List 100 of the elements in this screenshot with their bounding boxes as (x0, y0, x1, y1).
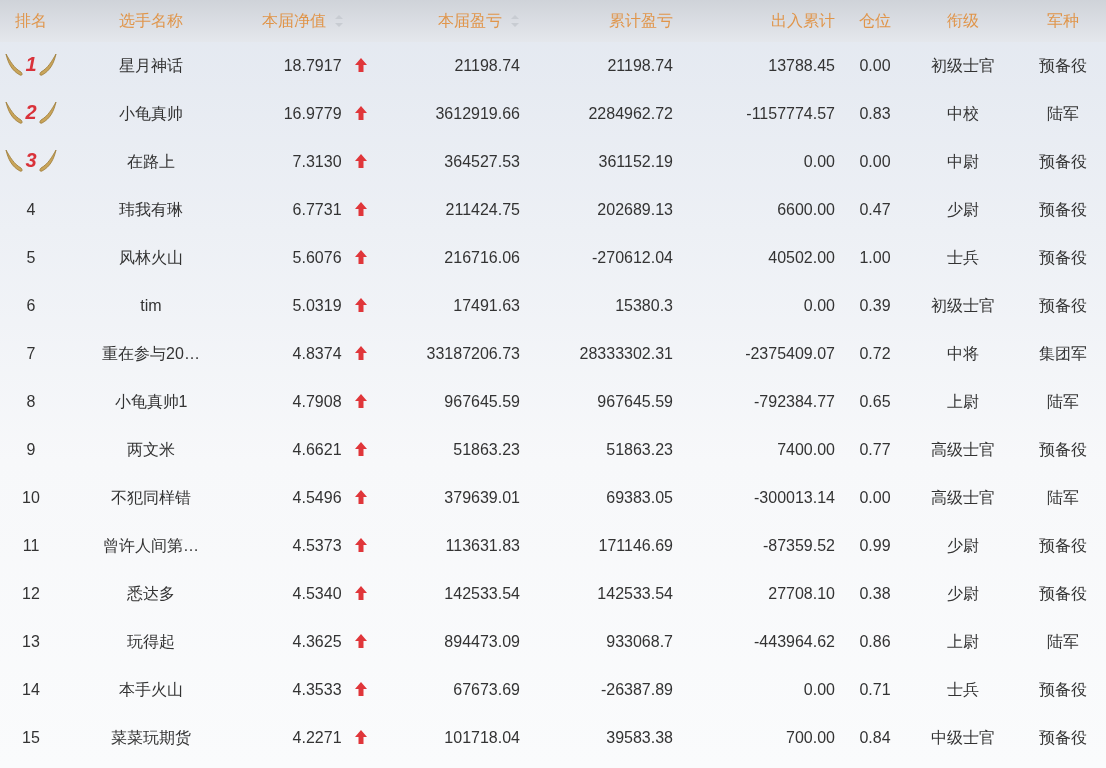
net-value: 4.7908 (292, 393, 342, 410)
player-name: 菜菜玩期货 (111, 728, 191, 746)
net-value: 5.0319 (292, 297, 342, 314)
rank-number: 11 (22, 537, 40, 554)
inout-total: -1157774.57 (746, 105, 835, 122)
total-profit: -26387.89 (600, 681, 673, 698)
inout-total: 7400.00 (777, 441, 835, 458)
net-value: 5.6076 (292, 249, 342, 266)
column-header[interactable]: 本届盈亏 (438, 11, 520, 29)
total-profit: 967645.59 (597, 393, 673, 410)
inout-total: 0.00 (803, 153, 835, 170)
total-profit: 171146.69 (598, 537, 673, 554)
total-profit: 51863.23 (606, 441, 673, 458)
player-name: 悉达多 (127, 584, 175, 602)
position-ratio: 0.65 (859, 393, 891, 410)
column-header: 衔级 (946, 11, 979, 29)
total-profit: 202689.13 (597, 201, 673, 218)
service-branch: 陆军 (1047, 488, 1079, 506)
total-profit: -270612.04 (592, 249, 673, 266)
inout-total: 0.00 (803, 297, 835, 314)
position-ratio: 0.72 (859, 345, 891, 362)
service-branch: 预备役 (1039, 248, 1087, 266)
military-rank: 中将 (946, 344, 979, 362)
total-profit: 21198.74 (607, 57, 673, 74)
service-branch: 预备役 (1039, 200, 1087, 218)
net-value: 16.9779 (283, 105, 342, 122)
military-rank: 少尉 (946, 584, 979, 602)
column-header[interactable]: 本届净值 (262, 11, 344, 29)
total-profit: 933068.7 (606, 633, 673, 650)
wing-icon (37, 147, 58, 173)
position-ratio: 0.99 (859, 537, 891, 554)
position-ratio: 0.00 (859, 153, 891, 170)
military-rank: 初级士官 (930, 296, 995, 314)
inout-total: -2375409.07 (745, 345, 835, 362)
player-name: 星月神话 (119, 56, 183, 74)
rank-number: 1 (25, 52, 37, 76)
total-profit: 142533.54 (597, 585, 673, 602)
player-name: 小龟真帅 (119, 104, 183, 122)
position-ratio: 0.77 (859, 441, 891, 458)
service-branch: 预备役 (1039, 56, 1087, 74)
wing-icon (4, 147, 25, 173)
position-ratio: 0.71 (859, 681, 891, 698)
inout-total: -443964.62 (754, 633, 835, 650)
column-header: 选手名称 (119, 11, 183, 29)
season-profit: 67673.69 (453, 681, 520, 698)
rank-number: 12 (22, 585, 40, 602)
position-ratio: 0.00 (859, 57, 891, 74)
net-value: 4.3533 (292, 681, 342, 698)
season-profit: 894473.09 (444, 633, 520, 650)
player-name: 玮我有琳 (119, 200, 183, 218)
rank-number: 7 (26, 345, 36, 362)
net-value: 4.5373 (292, 537, 342, 554)
season-profit: 142533.54 (444, 585, 520, 602)
player-name: 玩得起 (127, 632, 175, 650)
military-rank: 中尉 (946, 152, 979, 170)
net-value: 4.5340 (292, 585, 342, 602)
rank-number: 14 (22, 681, 40, 698)
player-name: 小龟真帅1 (114, 392, 188, 410)
net-value: 18.7917 (283, 57, 342, 74)
service-branch: 陆军 (1047, 104, 1079, 122)
service-branch: 预备役 (1039, 728, 1087, 746)
column-header: 仓位 (859, 11, 891, 29)
inout-total: 6600.00 (777, 201, 835, 218)
position-ratio: 0.83 (859, 105, 891, 122)
player-name: 风林火山 (119, 248, 183, 266)
inout-total: -87359.52 (762, 537, 835, 554)
player-name: 曾许人间第… (103, 536, 199, 554)
military-rank: 初级士官 (930, 56, 995, 74)
service-branch: 预备役 (1039, 680, 1087, 698)
total-profit: 39583.38 (606, 729, 673, 746)
wing-icon (4, 99, 25, 125)
season-profit: 17491.63 (453, 297, 520, 314)
season-profit: 113631.83 (445, 537, 520, 554)
column-header: 累计盈亏 (609, 11, 673, 29)
position-ratio: 0.47 (859, 201, 891, 218)
rank-number: 8 (26, 393, 36, 410)
player-name: 重在参与20… (102, 344, 200, 362)
wing-icon (37, 99, 58, 125)
inout-total: -792384.77 (754, 393, 835, 410)
inout-total: 700.00 (786, 729, 835, 746)
inout-total: 40502.00 (768, 249, 835, 266)
total-profit: 28333302.31 (579, 345, 673, 362)
total-profit: 15380.3 (615, 297, 673, 314)
military-rank: 少尉 (946, 200, 979, 218)
season-profit: 101718.04 (444, 729, 520, 746)
military-rank: 士兵 (946, 248, 979, 266)
net-value: 4.3625 (292, 633, 342, 650)
service-branch: 集团军 (1039, 344, 1087, 362)
total-profit: 2284962.72 (588, 105, 673, 122)
rank-number: 2 (25, 100, 37, 124)
inout-total: 0.00 (803, 681, 835, 698)
season-profit: 379639.01 (444, 489, 520, 506)
military-rank: 高级士官 (930, 488, 995, 506)
position-ratio: 0.00 (859, 489, 891, 506)
inout-total: 27708.10 (768, 585, 835, 602)
rank-number: 5 (26, 249, 36, 266)
military-rank: 少尉 (946, 536, 979, 554)
service-branch: 预备役 (1039, 296, 1087, 314)
position-ratio: 0.38 (859, 585, 891, 602)
season-profit: 21198.74 (454, 57, 520, 74)
